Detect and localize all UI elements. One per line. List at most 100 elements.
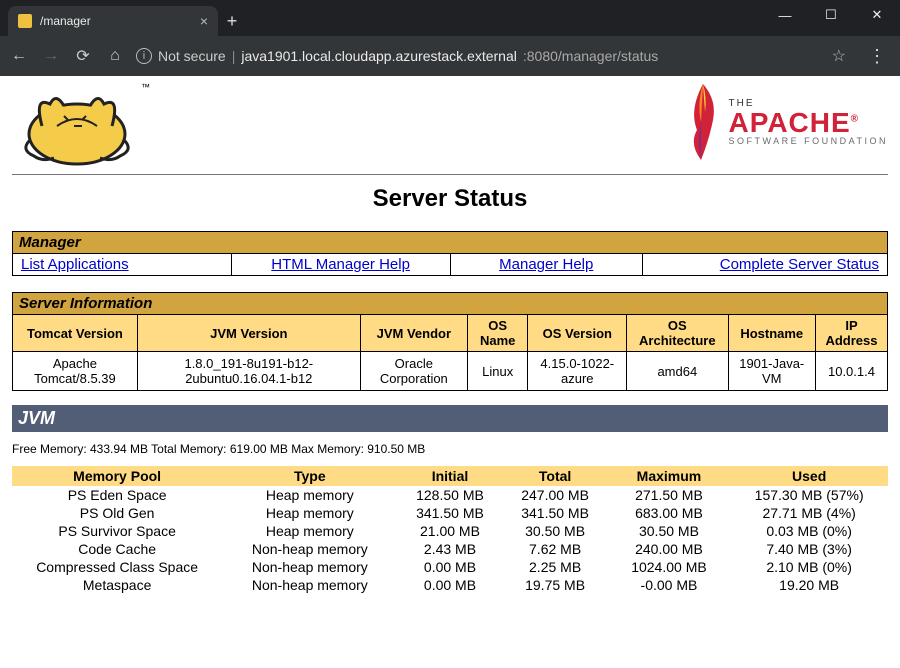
- cell-total: 341.50 MB: [503, 504, 608, 522]
- cell-type: Non-heap memory: [222, 576, 397, 594]
- tab-title: /manager: [40, 14, 91, 28]
- table-row: Apache Tomcat/8.5.39 1.8.0_191-8u191-b12…: [13, 352, 888, 391]
- col-tomcat-version: Tomcat Version: [13, 315, 138, 352]
- url-input[interactable]: i Not secure | java1901.local.cloudapp.a…: [136, 48, 822, 64]
- apache-foundation-label: SOFTWARE FOUNDATION: [729, 137, 889, 146]
- col-memory-pool: Memory Pool: [12, 466, 222, 486]
- table-row: PS Old GenHeap memory341.50 MB341.50 MB6…: [12, 504, 888, 522]
- col-hostname: Hostname: [728, 315, 815, 352]
- cell-initial: 0.00 MB: [397, 576, 502, 594]
- table-row: Compressed Class SpaceNon-heap memory0.0…: [12, 558, 888, 576]
- jvm-memory-summary: Free Memory: 433.94 MB Total Memory: 619…: [12, 442, 888, 456]
- cell-initial: 341.50 MB: [397, 504, 502, 522]
- cell-type: Heap memory: [222, 504, 397, 522]
- manager-help-link[interactable]: Manager Help: [499, 256, 593, 273]
- col-jvm-version: JVM Version: [137, 315, 360, 352]
- cell-initial: 0.00 MB: [397, 558, 502, 576]
- col-os-arch: OS Architecture: [627, 315, 728, 352]
- cell-pool: Compressed Class Space: [12, 558, 222, 576]
- browser-menu-button[interactable]: ⋮: [868, 46, 886, 67]
- col-maximum: Maximum: [608, 466, 731, 486]
- new-tab-button[interactable]: +: [218, 7, 246, 35]
- url-host: java1901.local.cloudapp.azurestack.exter…: [241, 48, 517, 64]
- val-os-version: 4.15.0-1022-azure: [528, 352, 627, 391]
- cell-used: 2.10 MB (0%): [730, 558, 888, 576]
- complete-server-status-link[interactable]: Complete Server Status: [720, 256, 879, 273]
- forward-button[interactable]: →: [40, 47, 62, 65]
- col-os-version: OS Version: [528, 315, 627, 352]
- cell-used: 19.20 MB: [730, 576, 888, 594]
- cell-used: 27.71 MB (4%): [730, 504, 888, 522]
- val-os-name: Linux: [467, 352, 528, 391]
- cell-used: 0.03 MB (0%): [730, 522, 888, 540]
- cell-pool: Code Cache: [12, 540, 222, 558]
- col-total: Total: [503, 466, 608, 486]
- col-initial: Initial: [397, 466, 502, 486]
- page-content: ™ THE APACHE® SOFTWARE FOUNDATION Server…: [0, 76, 900, 668]
- manager-links-table: Manager List Applications HTML Manager H…: [12, 231, 888, 276]
- cell-pool: Metaspace: [12, 576, 222, 594]
- header-separator: [12, 174, 888, 175]
- table-row: Code CacheNon-heap memory2.43 MB7.62 MB2…: [12, 540, 888, 558]
- cell-max: 683.00 MB: [608, 504, 731, 522]
- cell-max: 1024.00 MB: [608, 558, 731, 576]
- tab-close-button[interactable]: ×: [200, 13, 208, 29]
- val-jvm-vendor: Oracle Corporation: [360, 352, 467, 391]
- val-hostname: 1901-Java-VM: [728, 352, 815, 391]
- col-used: Used: [730, 466, 888, 486]
- cell-total: 30.50 MB: [503, 522, 608, 540]
- val-tomcat-version: Apache Tomcat/8.5.39: [13, 352, 138, 391]
- cell-type: Heap memory: [222, 486, 397, 504]
- col-os-name: OS Name: [467, 315, 528, 352]
- cell-max: 30.50 MB: [608, 522, 731, 540]
- tm-label: ™: [141, 82, 150, 92]
- cell-total: 19.75 MB: [503, 576, 608, 594]
- cell-max: -0.00 MB: [608, 576, 731, 594]
- back-button[interactable]: ←: [8, 47, 30, 65]
- server-info-heading: Server Information: [13, 293, 888, 315]
- favicon-icon: [18, 14, 32, 28]
- bookmark-star-icon[interactable]: ☆: [832, 46, 846, 66]
- cell-max: 271.50 MB: [608, 486, 731, 504]
- cell-max: 240.00 MB: [608, 540, 731, 558]
- cell-pool: PS Old Gen: [12, 504, 222, 522]
- col-type: Type: [222, 466, 397, 486]
- site-info-icon[interactable]: i: [136, 48, 152, 64]
- html-manager-help-link[interactable]: HTML Manager Help: [271, 256, 410, 273]
- manager-heading: Manager: [13, 232, 888, 254]
- tomcat-logo-icon: ™: [12, 82, 142, 168]
- page-title: Server Status: [12, 185, 888, 213]
- feather-icon: [683, 82, 723, 162]
- col-ip: IP Address: [815, 315, 887, 352]
- server-information-table: Server Information Tomcat Version JVM Ve…: [12, 292, 888, 391]
- jvm-section-heading: JVM: [12, 405, 888, 432]
- url-path: :8080/manager/status: [523, 48, 658, 64]
- table-row: PS Eden SpaceHeap memory128.50 MB247.00 …: [12, 486, 888, 504]
- window-close-button[interactable]: ✕: [854, 0, 900, 30]
- val-jvm-version: 1.8.0_191-8u191-b12-2ubuntu0.16.04.1-b12: [137, 352, 360, 391]
- list-applications-link[interactable]: List Applications: [21, 256, 129, 273]
- cell-used: 157.30 MB (57%): [730, 486, 888, 504]
- table-row: PS Survivor SpaceHeap memory21.00 MB30.5…: [12, 522, 888, 540]
- cell-type: Non-heap memory: [222, 558, 397, 576]
- val-os-arch: amd64: [627, 352, 728, 391]
- cell-pool: PS Survivor Space: [12, 522, 222, 540]
- window-minimize-button[interactable]: —: [762, 0, 808, 30]
- cell-pool: PS Eden Space: [12, 486, 222, 504]
- tab-strip: /manager × +: [8, 6, 246, 36]
- not-secure-label: Not secure: [158, 48, 226, 64]
- cell-initial: 128.50 MB: [397, 486, 502, 504]
- cell-total: 247.00 MB: [503, 486, 608, 504]
- apache-name-label: APACHE®: [729, 109, 889, 137]
- reload-button[interactable]: ⟳: [72, 46, 94, 66]
- window-maximize-button[interactable]: ☐: [808, 0, 854, 30]
- col-jvm-vendor: JVM Vendor: [360, 315, 467, 352]
- home-button[interactable]: ⌂: [104, 47, 126, 65]
- cell-type: Heap memory: [222, 522, 397, 540]
- cell-initial: 21.00 MB: [397, 522, 502, 540]
- address-bar: ← → ⟳ ⌂ i Not secure | java1901.local.cl…: [0, 36, 900, 76]
- memory-pool-table: Memory Pool Type Initial Total Maximum U…: [12, 466, 888, 594]
- cell-total: 7.62 MB: [503, 540, 608, 558]
- browser-tab[interactable]: /manager ×: [8, 6, 218, 36]
- cell-used: 7.40 MB (3%): [730, 540, 888, 558]
